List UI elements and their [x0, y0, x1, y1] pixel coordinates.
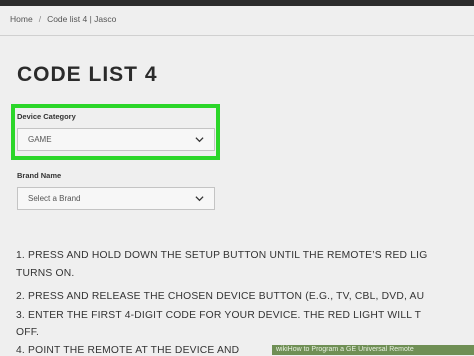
- brand-name-label: Brand Name: [17, 171, 62, 180]
- step-line: TURNS ON.: [16, 268, 75, 279]
- device-category-select[interactable]: GAME: [17, 128, 215, 151]
- breadcrumb-separator: /: [38, 14, 42, 24]
- breadcrumb-home[interactable]: Home: [10, 14, 33, 24]
- header-divider: [0, 35, 474, 36]
- device-category-value: GAME: [28, 135, 52, 144]
- chevron-down-icon: [195, 196, 204, 202]
- top-bar: [0, 0, 474, 6]
- chevron-down-icon: [195, 137, 204, 143]
- brand-select[interactable]: Select a Brand: [17, 187, 215, 210]
- step-line: 3. ENTER THE FIRST 4-DIGIT CODE FOR YOUR…: [16, 310, 422, 321]
- step-line: 1. PRESS AND HOLD DOWN THE SETUP BUTTON …: [16, 250, 428, 261]
- device-category-label: Device Category: [17, 112, 76, 121]
- step-line: OFF.: [16, 327, 40, 338]
- brand-placeholder: Select a Brand: [28, 194, 81, 203]
- step-line: 2. PRESS AND RELEASE THE CHOSEN DEVICE B…: [16, 291, 425, 302]
- page-title: CODE LIST 4: [17, 63, 158, 86]
- breadcrumb-current: Code list 4 | Jasco: [47, 14, 117, 24]
- footer-banner: wikiHow to Program a GE Universal Remote: [272, 345, 474, 355]
- breadcrumb: Home / Code list 4 | Jasco: [10, 14, 116, 24]
